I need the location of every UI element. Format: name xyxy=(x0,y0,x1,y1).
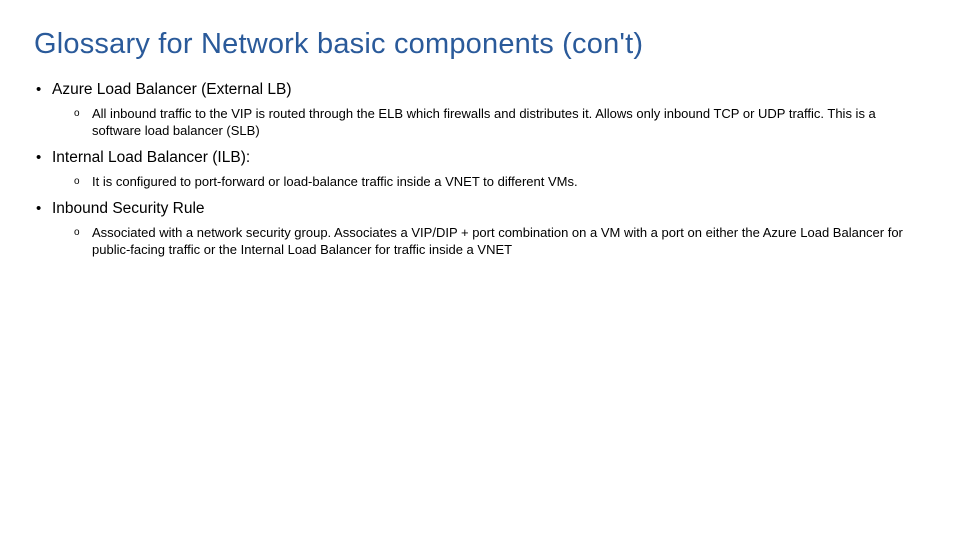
slide-title: Glossary for Network basic components (c… xyxy=(34,28,926,61)
list-item: All inbound traffic to the VIP is routed… xyxy=(52,105,926,139)
list-item: It is configured to port-forward or load… xyxy=(52,173,926,190)
bullet-list-level2: Associated with a network security group… xyxy=(52,224,926,258)
slide-content: Azure Load Balancer (External LB) All in… xyxy=(34,79,926,258)
bullet-list-level1: Azure Load Balancer (External LB) All in… xyxy=(34,79,926,258)
list-item: Inbound Security Rule Associated with a … xyxy=(34,198,926,258)
term-label: Inbound Security Rule xyxy=(52,198,926,220)
term-label: Azure Load Balancer (External LB) xyxy=(52,79,926,101)
list-item: Internal Load Balancer (ILB): It is conf… xyxy=(34,147,926,190)
slide-container: Glossary for Network basic components (c… xyxy=(0,0,960,294)
list-item: Associated with a network security group… xyxy=(52,224,926,258)
bullet-list-level2: All inbound traffic to the VIP is routed… xyxy=(52,105,926,139)
term-description: Associated with a network security group… xyxy=(92,224,926,258)
term-description: It is configured to port-forward or load… xyxy=(92,173,926,190)
term-label: Internal Load Balancer (ILB): xyxy=(52,147,926,169)
list-item: Azure Load Balancer (External LB) All in… xyxy=(34,79,926,139)
bullet-list-level2: It is configured to port-forward or load… xyxy=(52,173,926,190)
term-description: All inbound traffic to the VIP is routed… xyxy=(92,105,926,139)
